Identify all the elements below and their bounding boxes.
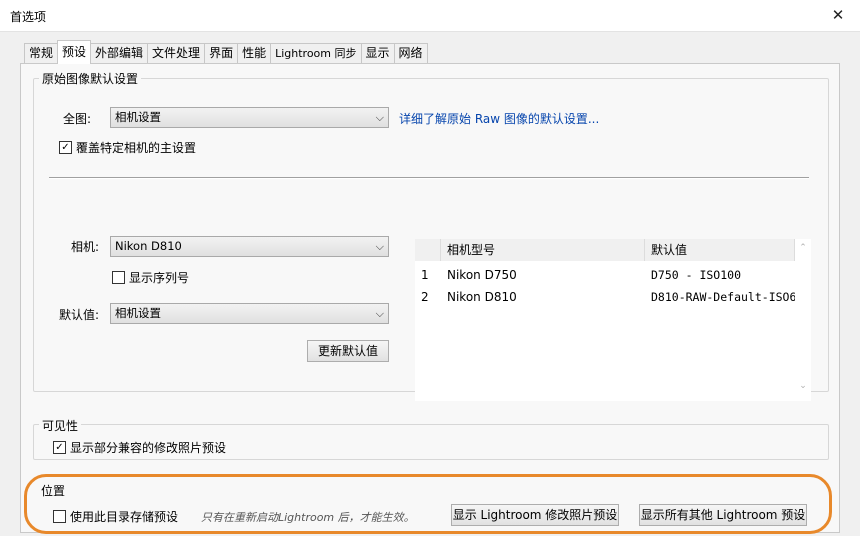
show-develop-presets-button[interactable]: 显示 Lightroom 修改照片预设 — [451, 504, 619, 526]
tab-external-editing[interactable]: 外部编辑 — [90, 43, 149, 64]
chevron-down-icon: ⌵ — [375, 240, 384, 253]
row-model: Nikon D810 — [447, 290, 517, 304]
default-column-header[interactable]: 默认值 — [645, 239, 795, 261]
index-column-header — [415, 239, 441, 261]
override-checkbox-box[interactable]: ✓ — [59, 141, 72, 154]
default-label: 默认值: — [59, 308, 100, 322]
row-default: D810-RAW-Default-ISO64 — [651, 290, 795, 304]
override-checkbox[interactable]: ✓ 覆盖特定相机的主设置 — [59, 139, 196, 156]
title-bar: 首选项 ✕ — [0, 0, 860, 32]
tab-interface[interactable]: 界面 — [204, 43, 239, 64]
tab-display[interactable]: 显示 — [360, 43, 395, 64]
show-serial-checkbox[interactable]: 显示序列号 — [112, 269, 189, 286]
row-index: 2 — [421, 290, 429, 304]
table-header: 相机型号 默认值 — [415, 239, 795, 261]
camera-defaults-table: 相机型号 默认值 1 Nikon D750 D750 - ISO100 2 Ni… — [415, 239, 811, 401]
default-select-value: 相机设置 — [115, 306, 161, 320]
scroll-down-icon[interactable]: ⌄ — [795, 381, 811, 391]
row-model: Nikon D750 — [447, 268, 517, 282]
camera-select-value: Nikon D810 — [115, 239, 182, 253]
default-select[interactable]: 相机设置 ⌵ — [110, 303, 389, 324]
restart-hint: 只有在重新启动Lightroom 后，才能生效。 — [201, 511, 415, 524]
store-presets-checkbox-box[interactable] — [53, 510, 66, 523]
tab-bar: 常规 预设 外部编辑 文件处理 界面 性能 Lightroom 同步 显示 网络 — [24, 40, 428, 64]
show-partial-presets-checkbox-box[interactable]: ✓ — [53, 441, 66, 454]
scroll-up-icon[interactable]: ⌃ — [795, 243, 811, 253]
table-scrollbar[interactable]: ⌃ ⌄ — [795, 239, 811, 401]
row-index: 1 — [421, 268, 429, 282]
close-icon[interactable]: ✕ — [824, 3, 852, 27]
show-serial-checkbox-label: 显示序列号 — [129, 271, 190, 285]
master-label: 全图: — [63, 112, 92, 126]
store-presets-label: 使用此目录存储预设 — [70, 510, 179, 524]
store-presets-checkbox[interactable]: 使用此目录存储预设 — [53, 508, 178, 525]
camera-label: 相机: — [71, 240, 100, 254]
tab-general[interactable]: 常规 — [24, 43, 59, 64]
update-defaults-button[interactable]: 更新默认值 — [307, 340, 389, 362]
location-title: 位置 — [41, 484, 66, 498]
row-default: D750 - ISO100 — [651, 268, 742, 282]
master-select-value: 相机设置 — [115, 110, 161, 124]
learn-more-link[interactable]: 详细了解原始 Raw 图像的默认设置... — [399, 110, 599, 127]
camera-select[interactable]: Nikon D810 ⌵ — [110, 236, 389, 257]
master-select[interactable]: 相机设置 ⌵ — [110, 107, 389, 128]
divider — [49, 177, 809, 179]
show-all-presets-button[interactable]: 显示所有其他 Lightroom 预设 — [639, 504, 807, 526]
model-column-header[interactable]: 相机型号 — [441, 239, 645, 261]
tab-performance[interactable]: 性能 — [237, 43, 272, 64]
chevron-down-icon: ⌵ — [375, 307, 384, 320]
dialog-content: 常规 预设 外部编辑 文件处理 界面 性能 Lightroom 同步 显示 网络… — [0, 32, 860, 536]
window-title: 首选项 — [10, 10, 47, 24]
override-checkbox-label: 覆盖特定相机的主设置 — [76, 141, 197, 155]
raw-defaults-title: 原始图像默认设置 — [39, 70, 142, 87]
presets-panel: 原始图像默认设置 全图: 相机设置 ⌵ 详细了解原始 Raw 图像的默认设置..… — [20, 63, 840, 533]
visibility-title: 可见性 — [39, 417, 82, 434]
show-partial-presets-label: 显示部分兼容的修改照片预设 — [70, 441, 227, 455]
chevron-down-icon: ⌵ — [375, 111, 384, 124]
tab-file-handling[interactable]: 文件处理 — [147, 43, 206, 64]
tab-presets[interactable]: 预设 — [57, 40, 92, 64]
show-partial-presets-checkbox[interactable]: ✓ 显示部分兼容的修改照片预设 — [53, 439, 226, 456]
tab-network[interactable]: 网络 — [393, 43, 428, 64]
show-serial-checkbox-box[interactable] — [112, 271, 125, 284]
tab-lightroom-sync[interactable]: Lightroom 同步 — [270, 43, 362, 64]
